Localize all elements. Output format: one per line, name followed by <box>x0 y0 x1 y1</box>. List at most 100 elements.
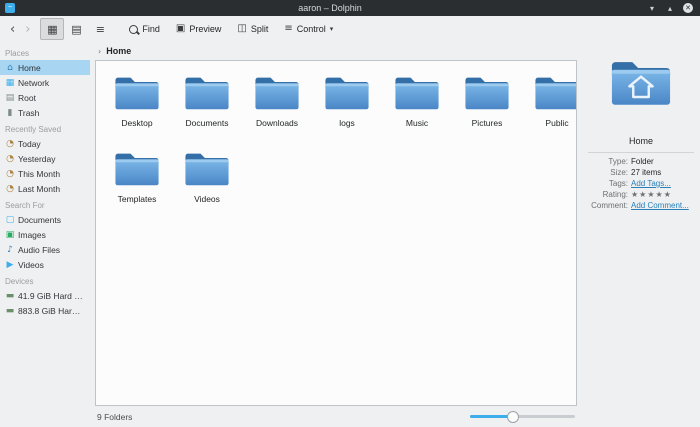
zoom-slider-thumb[interactable] <box>507 410 519 423</box>
preview-label: Preview <box>189 24 222 34</box>
info-field-value: Folder <box>631 157 654 166</box>
details-view-icon: ≡ <box>95 22 106 36</box>
window-title: aaron – Dolphin <box>298 3 362 13</box>
sidebar-item-images[interactable]: ▣ Images <box>0 227 90 242</box>
folder-icon <box>324 73 370 116</box>
sidebar-item-trash[interactable]: ▮ Trash <box>0 105 90 120</box>
split-icon: ◫ <box>237 23 247 34</box>
sidebar-item-network[interactable]: ▦ Network <box>0 75 90 90</box>
sidebar-item-this-month[interactable]: ◔ This Month <box>0 166 90 181</box>
breadcrumb-home[interactable]: Home <box>106 46 131 56</box>
sidebar-item-videos[interactable]: ▶ Videos <box>0 257 90 272</box>
section-header-places: Places <box>5 49 30 58</box>
close-button[interactable]: ✕ <box>681 2 695 14</box>
sidebar-item-today[interactable]: ◔ Today <box>0 136 90 151</box>
folder-item-pictures[interactable]: Pictures <box>452 73 522 139</box>
info-field-comment: Comment: Add Comment... <box>588 201 694 210</box>
sidebar-item-label: Network <box>18 77 50 88</box>
calendar-today-icon: ◔ <box>6 138 14 149</box>
info-field-value: 27 items <box>631 168 662 177</box>
folder-icon <box>114 149 160 192</box>
folder-label: Pictures <box>471 118 503 128</box>
preview-icon: ▣ <box>175 23 186 34</box>
view-mode-group: ▦ ▤ ≡ <box>40 18 112 40</box>
details-view-button[interactable]: ≡ <box>88 18 112 40</box>
zoom-slider[interactable] <box>470 410 575 423</box>
info-field-label: Tags: <box>608 179 628 188</box>
sidebar-item-yesterday[interactable]: ◔ Yesterday <box>0 151 90 166</box>
folder-icon <box>534 73 576 116</box>
icons-view-icon: ▦ <box>47 22 58 36</box>
icons-view-button[interactable]: ▦ <box>40 18 65 40</box>
statusbar: 9 Folders <box>95 406 577 427</box>
folder-icon <box>114 73 160 116</box>
statusbar-count: 9 Folders <box>97 411 133 422</box>
close-icon: ✕ <box>683 3 693 13</box>
folder-label: Templates <box>117 194 157 204</box>
folder-icon <box>184 73 230 116</box>
preview-button[interactable]: ▣ Preview <box>169 21 228 37</box>
sidebar-item-root[interactable]: ▤ Root <box>0 90 90 105</box>
folder-item-templates[interactable]: Templates <box>102 149 172 215</box>
info-fields: Type: Folder Size: 27 items Tags: Add Tags...… <box>588 157 694 210</box>
sidebar-item-label: Images <box>18 229 46 240</box>
center-column: › Home Desktop Documents Downloads logs … <box>90 42 582 427</box>
sidebar-item-documents[interactable]: ▢ Documents <box>0 212 90 227</box>
split-button[interactable]: ◫ Split <box>230 21 275 37</box>
find-button[interactable]: Find <box>122 21 167 37</box>
control-button[interactable]: ≡ Control ▾ <box>277 21 340 37</box>
sidebar-item-audio-files[interactable]: ♪ Audio Files <box>0 242 90 257</box>
control-label: Control <box>296 24 326 34</box>
folder-item-videos[interactable]: Videos <box>172 149 242 215</box>
info-field-label: Comment: <box>591 201 628 210</box>
info-field-value[interactable]: Add Comment... <box>631 201 689 210</box>
trash-icon: ▮ <box>7 107 13 118</box>
section-header-devices: Devices <box>5 277 34 286</box>
titlebar: ~ aaron – Dolphin ▾ ▴ ✕ <box>0 0 700 16</box>
compact-view-button[interactable]: ▤ <box>64 18 88 40</box>
sidebar-item-home[interactable]: ⌂ Home <box>0 60 90 75</box>
maximize-icon[interactable]: ▴ <box>663 2 677 14</box>
folder-icon <box>254 73 300 116</box>
info-field-rating: Rating: ★★★★★ <box>588 190 694 199</box>
search-icon <box>129 24 139 34</box>
sidebar-item-label: Yesterday <box>18 153 56 164</box>
network-icon: ▦ <box>5 77 15 88</box>
sidebar-item-label: Trash <box>18 107 40 118</box>
information-panel: Home Type: Folder Size: 27 items Tags: Add Ta… <box>582 42 700 427</box>
find-label: Find <box>142 24 160 34</box>
info-field-size: Size: 27 items <box>588 168 694 177</box>
breadcrumb: › Home <box>95 42 577 60</box>
forward-icon[interactable]: › <box>21 23 34 36</box>
sidebar-item-41-9-gib-hard-drive[interactable]: ▬41.9 GiB Hard Drive <box>0 288 90 303</box>
folder-item-desktop[interactable]: Desktop <box>102 73 172 139</box>
sidebar-item-label: Today <box>18 138 41 149</box>
folder-label: Documents <box>185 118 229 128</box>
videos-icon: ▶ <box>6 259 14 270</box>
sidebar-item-883-8-gib-hard-drive[interactable]: ▬883.8 GiB Hard Drive <box>0 303 90 318</box>
compact-view-icon: ▤ <box>71 22 82 36</box>
folder-item-documents[interactable]: Documents <box>172 73 242 139</box>
folder-label: logs <box>339 118 355 128</box>
sidebar-item-label: Audio Files <box>18 244 61 255</box>
breadcrumb-chevron-icon: › <box>98 46 102 56</box>
minimize-icon[interactable]: ▾ <box>645 2 659 14</box>
hard-drive-icon: ▬ <box>5 305 15 316</box>
info-folder-preview <box>610 56 672 112</box>
calendar-yesterday-icon: ◔ <box>6 153 14 164</box>
info-field-value: ★★★★★ <box>631 190 672 199</box>
folder-item-music[interactable]: Music <box>382 73 452 139</box>
back-icon[interactable]: ‹ <box>6 23 19 36</box>
folder-item-public[interactable]: Public <box>522 73 576 139</box>
app-icon: ~ <box>5 3 15 13</box>
split-label: Split <box>250 24 269 34</box>
folder-icon <box>184 149 230 192</box>
sidebar-item-label: 883.8 GiB Hard Drive <box>18 305 85 316</box>
folder-item-logs[interactable]: logs <box>312 73 382 139</box>
info-field-value[interactable]: Add Tags... <box>631 179 671 188</box>
info-field-type: Type: Folder <box>588 157 694 166</box>
folder-item-downloads[interactable]: Downloads <box>242 73 312 139</box>
root-icon: ▤ <box>5 92 15 103</box>
folder-view: Desktop Documents Downloads logs Music P… <box>95 60 577 406</box>
sidebar-item-last-month[interactable]: ◔ Last Month <box>0 181 90 196</box>
